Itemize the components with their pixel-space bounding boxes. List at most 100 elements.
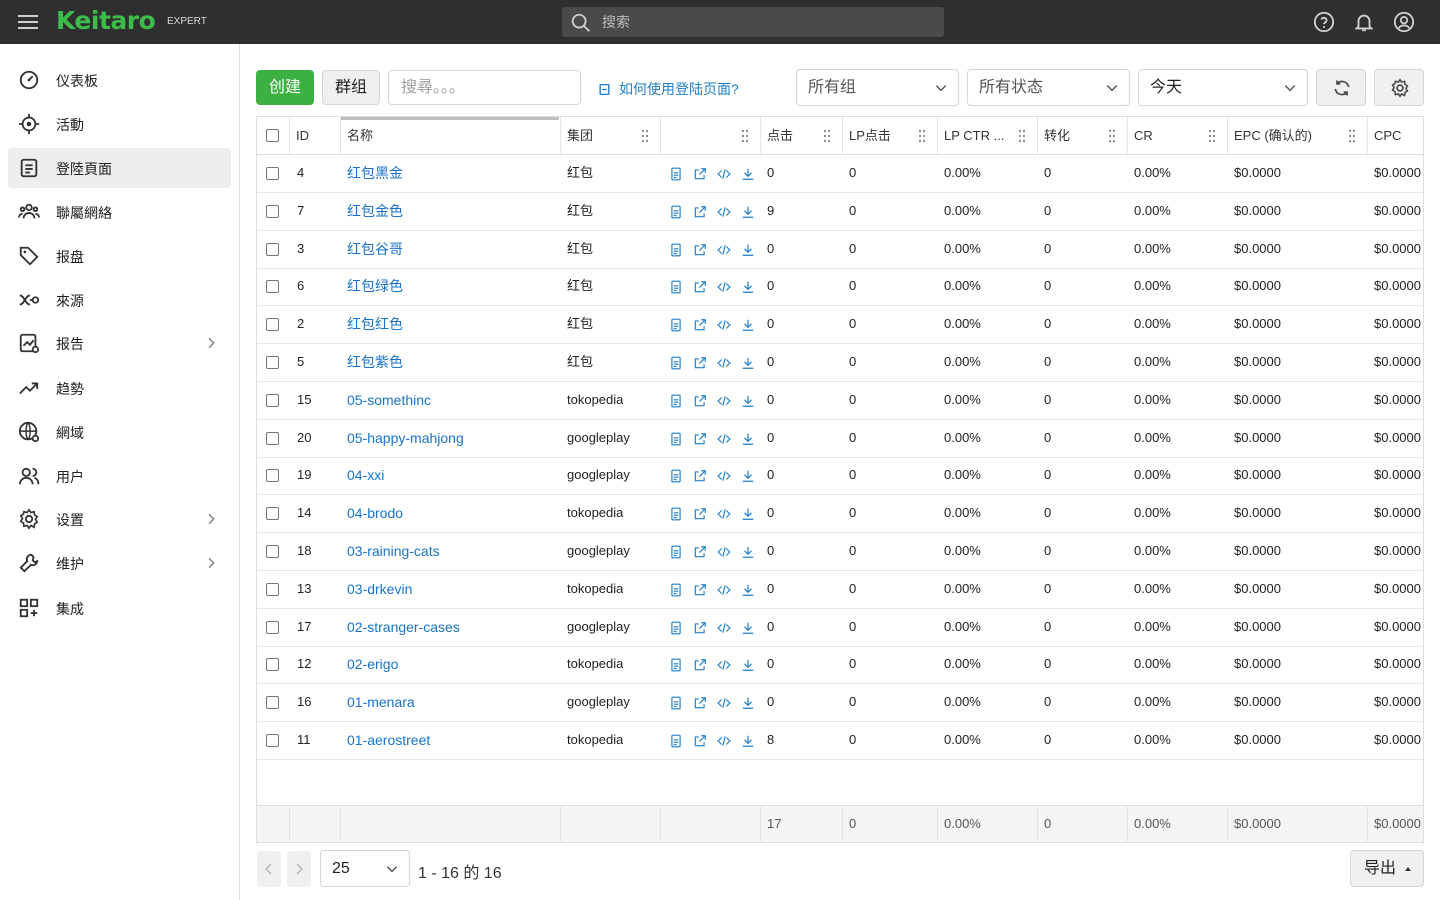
table-settings-button[interactable] bbox=[1374, 69, 1424, 106]
code-icon[interactable] bbox=[717, 243, 731, 257]
status-filter-select[interactable]: 所有状态 bbox=[967, 69, 1130, 106]
row-checkbox[interactable] bbox=[266, 204, 279, 218]
row-checkbox[interactable] bbox=[266, 469, 279, 483]
code-icon[interactable] bbox=[717, 734, 731, 748]
column-header-lp-clicks[interactable]: LP点击 bbox=[843, 117, 938, 155]
file-icon[interactable] bbox=[669, 243, 683, 257]
create-button[interactable]: 创建 bbox=[256, 70, 314, 105]
code-icon[interactable] bbox=[717, 356, 731, 370]
column-header-group[interactable]: 集团 bbox=[561, 117, 661, 155]
cell-name[interactable]: 05-somethinc bbox=[347, 382, 431, 420]
download-icon[interactable] bbox=[741, 167, 755, 181]
download-icon[interactable] bbox=[741, 507, 755, 521]
sidebar-item-affiliate-networks[interactable]: 聯屬網絡 bbox=[8, 192, 231, 232]
sidebar-item-dashboard[interactable]: 仪表板 bbox=[8, 60, 231, 100]
cell-name[interactable]: 04-brodo bbox=[347, 495, 403, 533]
file-icon[interactable] bbox=[669, 356, 683, 370]
file-icon[interactable] bbox=[669, 621, 683, 635]
refresh-button[interactable] bbox=[1316, 69, 1366, 106]
cell-name[interactable]: 02-erigo bbox=[347, 646, 398, 684]
open-external-icon[interactable] bbox=[693, 356, 707, 370]
hamburger-menu-icon[interactable] bbox=[16, 12, 40, 32]
sidebar-item-offers[interactable]: 报盘 bbox=[8, 236, 231, 276]
global-search-input[interactable] bbox=[602, 7, 932, 37]
group-filter-select[interactable]: 所有组 bbox=[796, 69, 959, 106]
page-size-select[interactable]: 25 bbox=[320, 850, 410, 887]
download-icon[interactable] bbox=[741, 621, 755, 635]
cell-name[interactable]: 红包黑金 bbox=[347, 155, 403, 193]
drag-handle-icon[interactable] bbox=[1109, 130, 1115, 142]
drag-handle-icon[interactable] bbox=[1019, 130, 1025, 142]
next-page-button[interactable] bbox=[287, 851, 311, 887]
download-icon[interactable] bbox=[741, 318, 755, 332]
sidebar-item-settings[interactable]: 设置 bbox=[8, 499, 231, 539]
row-checkbox[interactable] bbox=[266, 620, 279, 634]
cell-name[interactable]: 03-drkevin bbox=[347, 571, 412, 609]
row-checkbox[interactable] bbox=[266, 167, 279, 180]
export-button[interactable]: 导出 bbox=[1350, 850, 1424, 887]
code-icon[interactable] bbox=[717, 545, 731, 559]
row-checkbox[interactable] bbox=[266, 545, 279, 558]
column-header-conversions[interactable]: 转化 bbox=[1038, 117, 1128, 155]
download-icon[interactable] bbox=[741, 432, 755, 446]
file-icon[interactable] bbox=[669, 734, 683, 748]
drag-handle-icon[interactable] bbox=[742, 130, 748, 142]
open-external-icon[interactable] bbox=[693, 658, 707, 672]
cell-name[interactable]: 红包金色 bbox=[347, 193, 403, 231]
cell-name[interactable]: 05-happy-mahjong bbox=[347, 420, 464, 458]
open-external-icon[interactable] bbox=[693, 469, 707, 483]
sidebar-item-domains[interactable]: 網域 bbox=[8, 412, 231, 452]
date-filter-select[interactable]: 今天 bbox=[1138, 69, 1308, 106]
cell-name[interactable]: 04-xxi bbox=[347, 457, 384, 495]
file-icon[interactable] bbox=[669, 545, 683, 559]
download-icon[interactable] bbox=[741, 658, 755, 672]
sidebar-item-sources[interactable]: 來源 bbox=[8, 280, 231, 320]
file-icon[interactable] bbox=[669, 167, 683, 181]
help-icon[interactable] bbox=[1313, 11, 1335, 33]
code-icon[interactable] bbox=[717, 318, 731, 332]
code-icon[interactable] bbox=[717, 432, 731, 446]
row-checkbox[interactable] bbox=[266, 356, 279, 369]
drag-handle-icon[interactable] bbox=[824, 130, 830, 142]
cell-name[interactable]: 01-menara bbox=[347, 684, 415, 722]
code-icon[interactable] bbox=[717, 205, 731, 219]
search-input[interactable] bbox=[388, 70, 581, 105]
column-header-epc[interactable]: EPC (确认的) bbox=[1228, 117, 1368, 155]
file-icon[interactable] bbox=[669, 583, 683, 597]
sidebar-item-users[interactable]: 用户 bbox=[8, 456, 231, 496]
open-external-icon[interactable] bbox=[693, 696, 707, 710]
open-external-icon[interactable] bbox=[693, 432, 707, 446]
open-external-icon[interactable] bbox=[693, 583, 707, 597]
download-icon[interactable] bbox=[741, 280, 755, 294]
code-icon[interactable] bbox=[717, 507, 731, 521]
cell-name[interactable]: 02-stranger-cases bbox=[347, 609, 460, 647]
cell-name[interactable]: 红包绿色 bbox=[347, 268, 403, 306]
account-icon[interactable] bbox=[1393, 11, 1415, 33]
download-icon[interactable] bbox=[741, 734, 755, 748]
code-icon[interactable] bbox=[717, 696, 731, 710]
open-external-icon[interactable] bbox=[693, 167, 707, 181]
file-icon[interactable] bbox=[669, 696, 683, 710]
sidebar-item-trends[interactable]: 趋勢 bbox=[8, 368, 231, 408]
code-icon[interactable] bbox=[717, 469, 731, 483]
code-icon[interactable] bbox=[717, 280, 731, 294]
drag-handle-icon[interactable] bbox=[642, 130, 648, 142]
code-icon[interactable] bbox=[717, 394, 731, 408]
row-checkbox[interactable] bbox=[266, 507, 279, 521]
column-header-clicks[interactable]: 点击 bbox=[761, 117, 843, 155]
app-logo[interactable]: Keitaro bbox=[56, 6, 156, 35]
code-icon[interactable] bbox=[717, 658, 731, 672]
row-checkbox[interactable] bbox=[266, 280, 279, 294]
column-header-actions[interactable] bbox=[661, 117, 761, 155]
cell-name[interactable]: 03-raining-cats bbox=[347, 533, 440, 571]
column-header-cr[interactable]: CR bbox=[1128, 117, 1228, 155]
open-external-icon[interactable] bbox=[693, 394, 707, 408]
row-checkbox[interactable] bbox=[266, 734, 279, 747]
row-checkbox[interactable] bbox=[266, 696, 279, 710]
download-icon[interactable] bbox=[741, 545, 755, 559]
row-checkbox[interactable] bbox=[266, 582, 279, 596]
download-icon[interactable] bbox=[741, 205, 755, 219]
code-icon[interactable] bbox=[717, 583, 731, 597]
drag-handle-icon[interactable] bbox=[1209, 130, 1215, 142]
cell-name[interactable]: 红包红色 bbox=[347, 306, 403, 344]
